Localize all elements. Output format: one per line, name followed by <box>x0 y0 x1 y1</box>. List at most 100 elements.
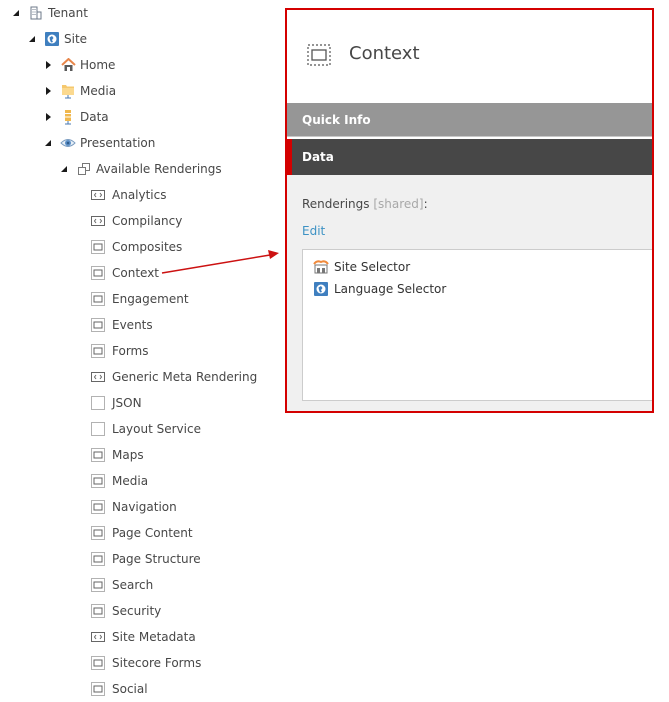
empty-rendering-icon <box>90 395 106 411</box>
tree-node-rendering[interactable]: Forms <box>90 341 148 361</box>
rendering-icon <box>90 291 106 307</box>
panel-title: Context <box>349 43 420 64</box>
tree-node-label: Compilancy <box>112 214 183 228</box>
home-icon <box>60 57 76 73</box>
tree-node-rendering[interactable]: Events <box>90 315 153 335</box>
tree-node-label: Data <box>80 110 109 124</box>
tree-node-available-renderings[interactable]: Available Renderings <box>58 159 222 179</box>
tree-node-rendering[interactable]: Compilancy <box>90 211 182 231</box>
tree-node-label: Site <box>64 32 88 46</box>
rendering-icon <box>90 681 106 697</box>
arrow-line <box>161 254 271 274</box>
tree-node-rendering[interactable]: Media <box>90 471 148 491</box>
tree-node-label: Search <box>112 578 154 592</box>
tree-node-label: Tenant <box>48 6 88 20</box>
section-data[interactable]: Data <box>287 139 652 175</box>
tree-node-label: Presentation <box>80 136 156 150</box>
rendering-icon <box>90 447 106 463</box>
expand-toggle[interactable] <box>42 137 54 149</box>
tree-node-label: Composites <box>112 240 183 254</box>
tree-node-rendering[interactable]: JSON <box>90 393 142 413</box>
eye-icon <box>60 135 76 151</box>
expand-toggle[interactable] <box>42 111 54 123</box>
tree-node-site[interactable]: Site <box>26 29 87 49</box>
tree-node-label: Social <box>112 682 148 696</box>
section-data-content: Renderings [shared]: Edit Site Selector … <box>287 175 652 411</box>
expanded-arrow-icon <box>13 10 19 16</box>
tree-node-label: Media <box>80 84 117 98</box>
rendering-icon <box>90 525 106 541</box>
tree-node-rendering[interactable]: Site Metadata <box>90 627 196 647</box>
edit-link[interactable]: Edit <box>302 224 325 238</box>
code-rendering-icon <box>90 187 106 203</box>
tree-node-label: Events <box>112 318 153 332</box>
tree-node-label: JSON <box>112 396 142 410</box>
expand-toggle[interactable] <box>26 33 38 45</box>
rendering-icon <box>90 603 106 619</box>
panel-header: Context <box>287 10 652 103</box>
tree-node-label: Available Renderings <box>96 162 222 176</box>
collapsed-arrow-icon <box>45 87 51 95</box>
section-label: Data <box>302 150 334 164</box>
tree-node-label: Maps <box>112 448 144 462</box>
collapsed-arrow-icon <box>45 61 51 69</box>
expand-toggle[interactable] <box>42 85 54 97</box>
globe-icon <box>313 281 329 297</box>
arrow-head <box>268 250 279 259</box>
section-label: Quick Info <box>302 112 371 127</box>
tree-node-rendering[interactable]: Page Structure <box>90 549 201 569</box>
rendering-icon <box>90 655 106 671</box>
tree-node-rendering[interactable]: Generic Meta Rendering <box>90 367 257 387</box>
tree-node-data[interactable]: Data <box>42 107 109 127</box>
tree-node-rendering[interactable]: Composites <box>90 237 182 257</box>
section-quick-info[interactable]: Quick Info <box>287 103 652 137</box>
tree-node-rendering[interactable]: Context <box>90 263 159 283</box>
tree-node-tenant[interactable]: Tenant <box>10 3 88 23</box>
tree-node-rendering[interactable]: Security <box>90 601 161 621</box>
tree-node-rendering[interactable]: Layout Service <box>90 419 201 439</box>
globe-icon <box>44 31 60 47</box>
tree-node-home[interactable]: Home <box>42 55 115 75</box>
tree-node-label: Sitecore Forms <box>112 656 202 670</box>
empty-rendering-icon <box>90 421 106 437</box>
renderings-field-label: Renderings [shared]: <box>302 197 428 211</box>
rendering-icon <box>90 499 106 515</box>
tree-node-presentation[interactable]: Presentation <box>42 133 155 153</box>
rendering-icon <box>90 265 106 281</box>
code-rendering-icon <box>90 629 106 645</box>
data-folder-icon <box>60 109 76 125</box>
tree-node-rendering[interactable]: Sitecore Forms <box>90 653 201 673</box>
expanded-arrow-icon <box>45 140 51 146</box>
expand-toggle[interactable] <box>42 59 54 71</box>
rendering-icon <box>90 551 106 567</box>
rendering-icon <box>90 317 106 333</box>
field-name: Renderings <box>302 197 370 211</box>
tree-node-label: Page Content <box>112 526 193 540</box>
rendering-icon <box>90 577 106 593</box>
tree-node-rendering[interactable]: Analytics <box>90 185 167 205</box>
renderings-list-box[interactable]: Site Selector Language Selector <box>302 249 652 401</box>
rendering-icon <box>90 343 106 359</box>
tree-node-label: Page Structure <box>112 552 201 566</box>
tree-node-rendering[interactable]: Navigation <box>90 497 177 517</box>
code-rendering-icon <box>90 369 106 385</box>
tree-node-rendering[interactable]: Search <box>90 575 153 595</box>
tree-node-rendering[interactable]: Maps <box>90 445 144 465</box>
tree-node-label: Forms <box>112 344 149 358</box>
tree-node-media[interactable]: Media <box>42 81 116 101</box>
tree-node-label: Context <box>112 266 160 280</box>
list-item-site-selector[interactable]: Site Selector <box>313 257 410 277</box>
expand-toggle[interactable] <box>58 163 70 175</box>
rendering-icon <box>90 473 106 489</box>
tree-node-rendering[interactable]: Social <box>90 679 148 699</box>
tree-node-rendering[interactable]: Engagement <box>90 289 189 309</box>
rendering-icon <box>90 239 106 255</box>
list-item-label: Language Selector <box>334 282 447 296</box>
tree-node-label: Security <box>112 604 162 618</box>
expand-toggle[interactable] <box>10 7 22 19</box>
code-rendering-icon <box>90 213 106 229</box>
list-item-language-selector[interactable]: Language Selector <box>313 279 446 299</box>
tree-node-rendering[interactable]: Page Content <box>90 523 193 543</box>
shared-badge: [shared] <box>373 197 424 211</box>
media-folder-icon <box>60 83 76 99</box>
